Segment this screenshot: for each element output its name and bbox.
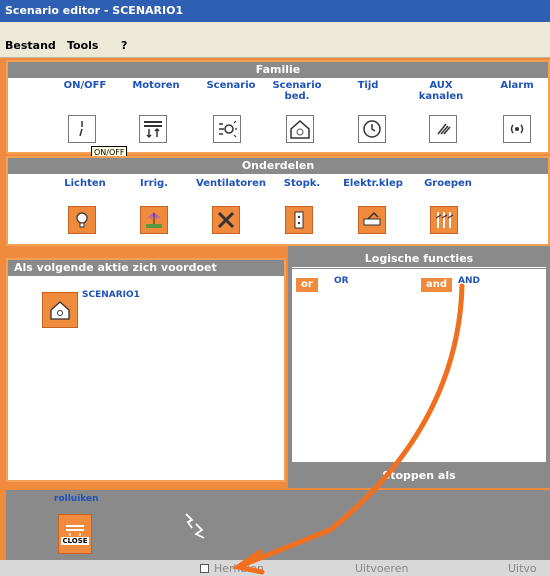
logic-panel: Logische functies Stoppen als bbox=[288, 246, 550, 488]
logic-drop-area[interactable] bbox=[292, 304, 546, 462]
irrigation-icon[interactable] bbox=[140, 206, 168, 234]
familie-label-scenario-bed: Scenario bed. bbox=[272, 80, 322, 102]
onderdelen-label-ventilatoren: Ventilatoren bbox=[196, 178, 266, 189]
rolluiken-label: rolluiken bbox=[54, 494, 99, 504]
onderdelen-label-stopk: Stopk. bbox=[283, 178, 321, 189]
execute-cut-label[interactable]: Uitvo bbox=[508, 562, 537, 575]
familie-label-onoff: ON/OFF bbox=[63, 80, 107, 91]
or-badge[interactable]: or bbox=[296, 278, 318, 292]
motor-icon[interactable] bbox=[139, 115, 167, 143]
close-label: CLOSE bbox=[61, 537, 89, 545]
logic-header: Logische functies bbox=[292, 250, 546, 268]
shutter-close-icon[interactable]: CLOSE bbox=[58, 514, 92, 554]
fan-icon[interactable] bbox=[212, 206, 240, 234]
familie-label-tijd: Tijd bbox=[357, 80, 379, 91]
stop-header: Stoppen als bbox=[382, 469, 456, 482]
familie-label-scenario: Scenario bbox=[206, 80, 256, 91]
clock-icon[interactable] bbox=[358, 115, 386, 143]
trigger-header: Als volgende aktie zich voordoet bbox=[8, 260, 284, 276]
repeat-checkbox[interactable] bbox=[200, 564, 209, 573]
or-label: OR bbox=[334, 276, 349, 286]
trigger-item-label[interactable]: SCENARIO1 bbox=[82, 290, 140, 300]
menu-tools[interactable]: Tools bbox=[67, 39, 98, 52]
window-title-bar: Scenario editor - SCENARIO1 bbox=[0, 0, 550, 22]
drag-hand-icon bbox=[185, 513, 205, 539]
familie-label-alarm: Alarm bbox=[500, 80, 534, 91]
and-badge[interactable]: and bbox=[421, 278, 453, 292]
menu-bestand[interactable]: Bestand bbox=[5, 39, 56, 52]
familie-label-aux: AUX kanalen bbox=[418, 80, 464, 102]
familie-label-motoren: Motoren bbox=[132, 80, 180, 91]
socket-icon[interactable] bbox=[285, 206, 313, 234]
and-label: AND bbox=[458, 276, 480, 286]
onderdelen-label-irrig: Irrig. bbox=[140, 178, 168, 189]
aux-icon[interactable] bbox=[429, 115, 457, 143]
execute-label[interactable]: Uitvoeren bbox=[355, 562, 408, 575]
valve-icon[interactable] bbox=[358, 206, 386, 234]
menu-help[interactable]: ? bbox=[121, 39, 127, 52]
bulb-icon[interactable] bbox=[68, 206, 96, 234]
familie-header: Familie bbox=[8, 62, 548, 78]
footer-bar: Herhalen Uitvoeren Uitvo bbox=[0, 560, 550, 576]
onderdelen-label-elektrklep: Elektr.klep bbox=[343, 178, 403, 189]
menu-bar: Bestand Tools ? bbox=[0, 22, 550, 58]
repeat-label: Herhalen bbox=[214, 562, 264, 575]
onderdelen-header: Onderdelen bbox=[8, 158, 548, 174]
onderdelen-label-groepen: Groepen bbox=[424, 178, 472, 189]
onderdelen-label-lichten: Lichten bbox=[64, 178, 106, 189]
switch-icon[interactable] bbox=[68, 115, 96, 143]
groups-icon[interactable] bbox=[430, 206, 458, 234]
window-title: Scenario editor - SCENARIO1 bbox=[5, 4, 184, 17]
scenario-control-icon[interactable] bbox=[286, 115, 314, 143]
alarm-icon[interactable] bbox=[503, 115, 531, 143]
logic-functions-area bbox=[292, 269, 546, 305]
scenario-icon[interactable] bbox=[213, 115, 241, 143]
scenario-trigger-icon[interactable] bbox=[42, 292, 78, 328]
